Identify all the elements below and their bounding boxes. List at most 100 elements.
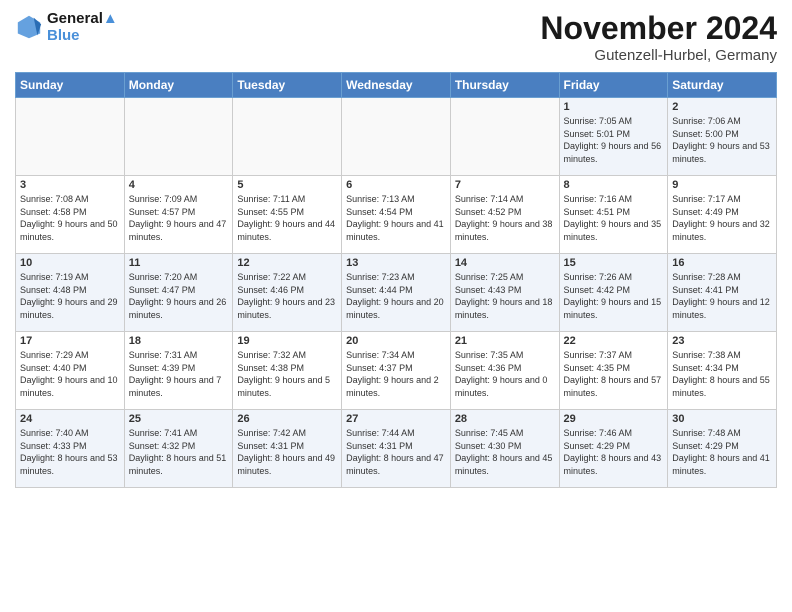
- calendar-cell: [233, 98, 342, 176]
- subtitle: Gutenzell-Hurbel, Germany: [540, 47, 777, 64]
- calendar-cell: [450, 98, 559, 176]
- header-row: Sunday Monday Tuesday Wednesday Thursday…: [16, 73, 777, 98]
- calendar-table: Sunday Monday Tuesday Wednesday Thursday…: [15, 72, 777, 488]
- day-number: 2: [672, 101, 772, 113]
- day-info: Sunrise: 7:08 AMSunset: 4:58 PMDaylight:…: [20, 193, 120, 243]
- day-number: 15: [564, 257, 664, 269]
- col-friday: Friday: [559, 73, 668, 98]
- day-info: Sunrise: 7:25 AMSunset: 4:43 PMDaylight:…: [455, 271, 555, 321]
- calendar-cell: 14 Sunrise: 7:25 AMSunset: 4:43 PMDayligh…: [450, 254, 559, 332]
- calendar-cell: 11 Sunrise: 7:20 AMSunset: 4:47 PMDayligh…: [124, 254, 233, 332]
- day-info: Sunrise: 7:14 AMSunset: 4:52 PMDaylight:…: [455, 193, 555, 243]
- day-number: 11: [129, 257, 229, 269]
- calendar-cell: 28 Sunrise: 7:45 AMSunset: 4:30 PMDayligh…: [450, 410, 559, 488]
- day-number: 25: [129, 413, 229, 425]
- calendar-week-5: 24Sunrise: 7:40 AMSunset: 4:33 PMDayligh…: [16, 410, 777, 488]
- page: General▲ Blue November 2024 Gutenzell-Hu…: [0, 0, 792, 612]
- calendar-cell: 20Sunrise: 7:34 AMSunset: 4:37 PMDayligh…: [342, 332, 451, 410]
- day-info: Sunrise: 7:32 AMSunset: 4:38 PMDaylight:…: [237, 349, 337, 399]
- calendar-cell: 7 Sunrise: 7:14 AMSunset: 4:52 PMDaylight…: [450, 176, 559, 254]
- day-number: 7: [455, 179, 555, 191]
- calendar-cell: 10 Sunrise: 7:19 AMSunset: 4:48 PMDayligh…: [16, 254, 125, 332]
- calendar-cell: 8 Sunrise: 7:16 AMSunset: 4:51 PMDaylight…: [559, 176, 668, 254]
- calendar-week-4: 17 Sunrise: 7:29 AMSunset: 4:40 PMDayligh…: [16, 332, 777, 410]
- calendar-cell: 26 Sunrise: 7:42 AMSunset: 4:31 PMDayligh…: [233, 410, 342, 488]
- day-number: 14: [455, 257, 555, 269]
- main-title: November 2024: [540, 10, 777, 47]
- day-number: 8: [564, 179, 664, 191]
- day-info: Sunrise: 7:45 AMSunset: 4:30 PMDaylight:…: [455, 427, 555, 477]
- calendar-cell: 23 Sunrise: 7:38 AMSunset: 4:34 PMDayligh…: [668, 332, 777, 410]
- day-number: 21: [455, 335, 555, 347]
- logo-icon: [15, 13, 43, 41]
- day-info: Sunrise: 7:26 AMSunset: 4:42 PMDaylight:…: [564, 271, 664, 321]
- calendar-week-1: 1 Sunrise: 7:05 AMSunset: 5:01 PMDaylight…: [16, 98, 777, 176]
- calendar-cell: 25 Sunrise: 7:41 AMSunset: 4:32 PMDayligh…: [124, 410, 233, 488]
- calendar-cell: 4Sunrise: 7:09 AMSunset: 4:57 PMDaylight…: [124, 176, 233, 254]
- day-info: Sunrise: 7:29 AMSunset: 4:40 PMDaylight:…: [20, 349, 120, 399]
- day-info: Sunrise: 7:42 AMSunset: 4:31 PMDaylight:…: [237, 427, 337, 477]
- calendar-cell: [124, 98, 233, 176]
- day-number: 12: [237, 257, 337, 269]
- day-info: Sunrise: 7:23 AMSunset: 4:44 PMDaylight:…: [346, 271, 446, 321]
- day-number: 28: [455, 413, 555, 425]
- day-number: 22: [564, 335, 664, 347]
- day-number: 19: [237, 335, 337, 347]
- calendar-cell: 2 Sunrise: 7:06 AMSunset: 5:00 PMDaylight…: [668, 98, 777, 176]
- day-number: 20: [346, 335, 446, 347]
- day-info: Sunrise: 7:41 AMSunset: 4:32 PMDaylight:…: [129, 427, 229, 477]
- calendar-cell: 17 Sunrise: 7:29 AMSunset: 4:40 PMDayligh…: [16, 332, 125, 410]
- day-number: 24: [20, 413, 120, 425]
- day-info: Sunrise: 7:38 AMSunset: 4:34 PMDaylight:…: [672, 349, 772, 399]
- calendar-cell: [342, 98, 451, 176]
- calendar-cell: 22 Sunrise: 7:37 AMSunset: 4:35 PMDayligh…: [559, 332, 668, 410]
- day-info: Sunrise: 7:05 AMSunset: 5:01 PMDaylight:…: [564, 115, 664, 165]
- calendar-week-3: 10 Sunrise: 7:19 AMSunset: 4:48 PMDayligh…: [16, 254, 777, 332]
- col-wednesday: Wednesday: [342, 73, 451, 98]
- col-thursday: Thursday: [450, 73, 559, 98]
- col-saturday: Saturday: [668, 73, 777, 98]
- day-number: 27: [346, 413, 446, 425]
- header: General▲ Blue November 2024 Gutenzell-Hu…: [15, 10, 777, 64]
- day-number: 23: [672, 335, 772, 347]
- day-number: 30: [672, 413, 772, 425]
- day-number: 13: [346, 257, 446, 269]
- calendar-cell: 9 Sunrise: 7:17 AMSunset: 4:49 PMDaylight…: [668, 176, 777, 254]
- day-number: 1: [564, 101, 664, 113]
- day-info: Sunrise: 7:11 AMSunset: 4:55 PMDaylight:…: [237, 193, 337, 243]
- day-info: Sunrise: 7:35 AMSunset: 4:36 PMDaylight:…: [455, 349, 555, 399]
- day-info: Sunrise: 7:17 AMSunset: 4:49 PMDaylight:…: [672, 193, 772, 243]
- col-monday: Monday: [124, 73, 233, 98]
- day-number: 9: [672, 179, 772, 191]
- calendar-cell: [16, 98, 125, 176]
- calendar-cell: 24Sunrise: 7:40 AMSunset: 4:33 PMDayligh…: [16, 410, 125, 488]
- day-info: Sunrise: 7:48 AMSunset: 4:29 PMDaylight:…: [672, 427, 772, 477]
- day-info: Sunrise: 7:37 AMSunset: 4:35 PMDaylight:…: [564, 349, 664, 399]
- calendar-cell: 15 Sunrise: 7:26 AMSunset: 4:42 PMDayligh…: [559, 254, 668, 332]
- day-number: 5: [237, 179, 337, 191]
- calendar-cell: 6Sunrise: 7:13 AMSunset: 4:54 PMDaylight…: [342, 176, 451, 254]
- calendar-cell: 13 Sunrise: 7:23 AMSunset: 4:44 PMDayligh…: [342, 254, 451, 332]
- day-number: 6: [346, 179, 446, 191]
- calendar-cell: 3Sunrise: 7:08 AMSunset: 4:58 PMDaylight…: [16, 176, 125, 254]
- title-block: November 2024 Gutenzell-Hurbel, Germany: [540, 10, 777, 64]
- day-info: Sunrise: 7:16 AMSunset: 4:51 PMDaylight:…: [564, 193, 664, 243]
- calendar-cell: 27Sunrise: 7:44 AMSunset: 4:31 PMDayligh…: [342, 410, 451, 488]
- calendar-week-2: 3Sunrise: 7:08 AMSunset: 4:58 PMDaylight…: [16, 176, 777, 254]
- day-info: Sunrise: 7:19 AMSunset: 4:48 PMDaylight:…: [20, 271, 120, 321]
- day-number: 16: [672, 257, 772, 269]
- logo: General▲ Blue: [15, 10, 118, 44]
- day-number: 18: [129, 335, 229, 347]
- day-info: Sunrise: 7:06 AMSunset: 5:00 PMDaylight:…: [672, 115, 772, 165]
- day-number: 17: [20, 335, 120, 347]
- calendar-cell: 19 Sunrise: 7:32 AMSunset: 4:38 PMDayligh…: [233, 332, 342, 410]
- day-info: Sunrise: 7:31 AMSunset: 4:39 PMDaylight:…: [129, 349, 229, 399]
- day-number: 29: [564, 413, 664, 425]
- day-info: Sunrise: 7:22 AMSunset: 4:46 PMDaylight:…: [237, 271, 337, 321]
- calendar-cell: 30 Sunrise: 7:48 AMSunset: 4:29 PMDayligh…: [668, 410, 777, 488]
- day-number: 10: [20, 257, 120, 269]
- col-tuesday: Tuesday: [233, 73, 342, 98]
- day-info: Sunrise: 7:20 AMSunset: 4:47 PMDaylight:…: [129, 271, 229, 321]
- calendar-cell: 21 Sunrise: 7:35 AMSunset: 4:36 PMDayligh…: [450, 332, 559, 410]
- day-number: 26: [237, 413, 337, 425]
